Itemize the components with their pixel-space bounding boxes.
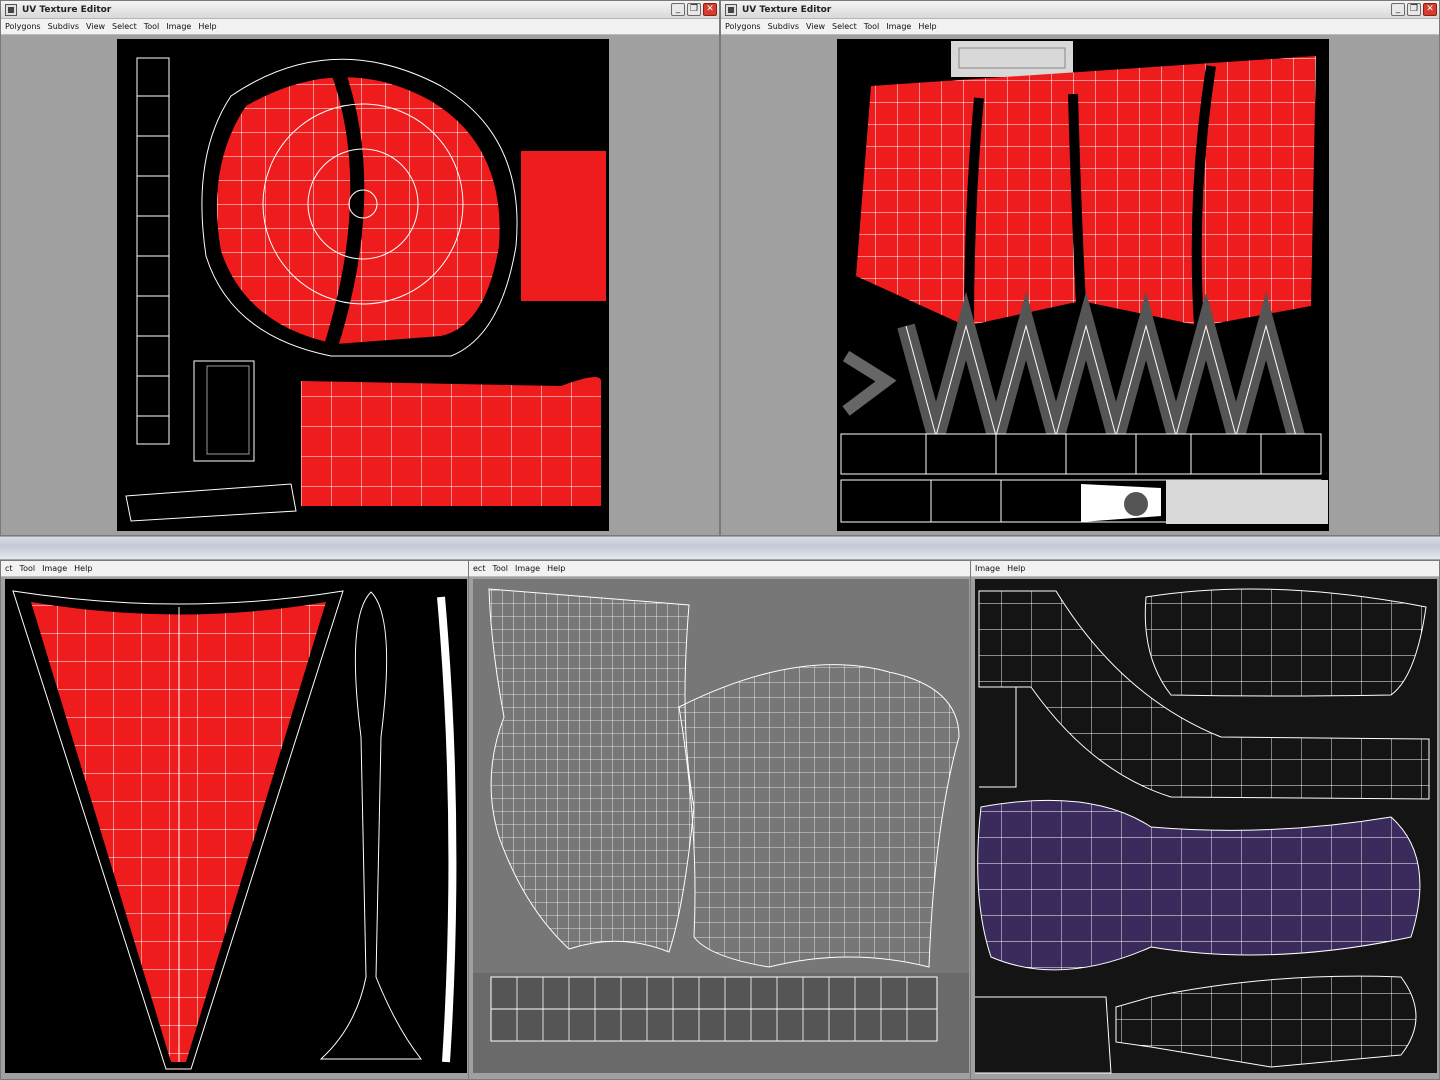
uv-shell-bar-1[interactable]: [840, 433, 1322, 475]
menu-bar: Polygons Subdivs View Select Tool Image …: [721, 19, 1439, 35]
uv-editor-window-right: UV Texture Editor _ ❐ ✕ Polygons Subdivs…: [720, 0, 1440, 536]
menu-help[interactable]: Help: [547, 564, 565, 573]
menu-polygons[interactable]: Polygons: [5, 22, 41, 31]
menu-help[interactable]: Help: [198, 22, 216, 31]
uv-shell-heel[interactable]: [1144, 588, 1427, 697]
menu-select[interactable]: Select: [112, 22, 137, 31]
uv-viewport[interactable]: [721, 36, 1439, 535]
menu-bar: Image Help: [971, 561, 1439, 577]
menu-subdivs[interactable]: Subdivs: [768, 22, 799, 31]
app-icon: [5, 3, 17, 16]
menu-help[interactable]: Help: [1007, 564, 1025, 573]
menu-select-partial[interactable]: ct: [5, 564, 13, 573]
menu-tool[interactable]: Tool: [144, 22, 160, 31]
window-title: UV Texture Editor: [22, 4, 112, 15]
restore-button[interactable]: ❐: [1407, 3, 1421, 16]
window-divider: [0, 536, 1440, 560]
uv-layout-left[interactable]: [1, 36, 720, 536]
menu-view[interactable]: View: [806, 22, 825, 31]
close-button[interactable]: ✕: [1423, 3, 1437, 16]
menu-image[interactable]: Image: [166, 22, 191, 31]
menu-bar: ct Tool Image Help: [1, 561, 469, 577]
minimize-button[interactable]: _: [1391, 3, 1405, 16]
uv-editor-window-bottom-left: ct Tool Image Help: [0, 560, 470, 1080]
minimize-button[interactable]: _: [671, 3, 685, 16]
menu-select-partial[interactable]: ect: [473, 564, 485, 573]
uv-layout-bottom-right[interactable]: [971, 577, 1440, 1080]
menu-image[interactable]: Image: [886, 22, 911, 31]
title-bar: UV Texture Editor _ ❐ ✕: [1, 1, 719, 19]
menu-image[interactable]: Image: [42, 564, 67, 573]
uv-layout-right[interactable]: [721, 36, 1440, 536]
uv-viewport[interactable]: [1, 577, 469, 1079]
menu-tool[interactable]: Tool: [20, 564, 36, 573]
uv-shell-top-strip[interactable]: [951, 41, 1073, 77]
menu-subdivs[interactable]: Subdivs: [48, 22, 79, 31]
uv-viewport[interactable]: [469, 577, 971, 1079]
uv-editor-window-left: UV Texture Editor _ ❐ ✕ Polygons Subdivs…: [0, 0, 720, 536]
uv-editor-window-bottom-middle: ect Tool Image Help: [468, 560, 972, 1080]
app-icon: [725, 3, 737, 16]
window-title: UV Texture Editor: [742, 4, 832, 15]
uv-editor-window-bottom-right: Image Help: [970, 560, 1440, 1080]
uv-shell-boot-side[interactable]: [678, 664, 960, 968]
restore-button[interactable]: ❐: [687, 3, 701, 16]
uv-viewport[interactable]: [1, 36, 719, 535]
menu-image[interactable]: Image: [515, 564, 540, 573]
menu-tool[interactable]: Tool: [864, 22, 880, 31]
uv-layout-bottom-middle[interactable]: [469, 577, 972, 1080]
menu-bar: ect Tool Image Help: [469, 561, 971, 577]
menu-select[interactable]: Select: [832, 22, 857, 31]
menu-image[interactable]: Image: [975, 564, 1000, 573]
uv-viewport[interactable]: [971, 577, 1439, 1079]
menu-polygons[interactable]: Polygons: [725, 22, 761, 31]
screenshot-root: UV Texture Editor _ ❐ ✕ Polygons Subdivs…: [0, 0, 1440, 1080]
menu-tool[interactable]: Tool: [492, 564, 508, 573]
menu-view[interactable]: View: [86, 22, 105, 31]
menu-bar: Polygons Subdivs View Select Tool Image …: [1, 19, 719, 35]
uv-layout-bottom-left[interactable]: [1, 577, 470, 1080]
menu-help[interactable]: Help: [74, 564, 92, 573]
title-bar: UV Texture Editor _ ❐ ✕: [721, 1, 1439, 19]
close-button[interactable]: ✕: [703, 3, 717, 16]
menu-help[interactable]: Help: [918, 22, 936, 31]
